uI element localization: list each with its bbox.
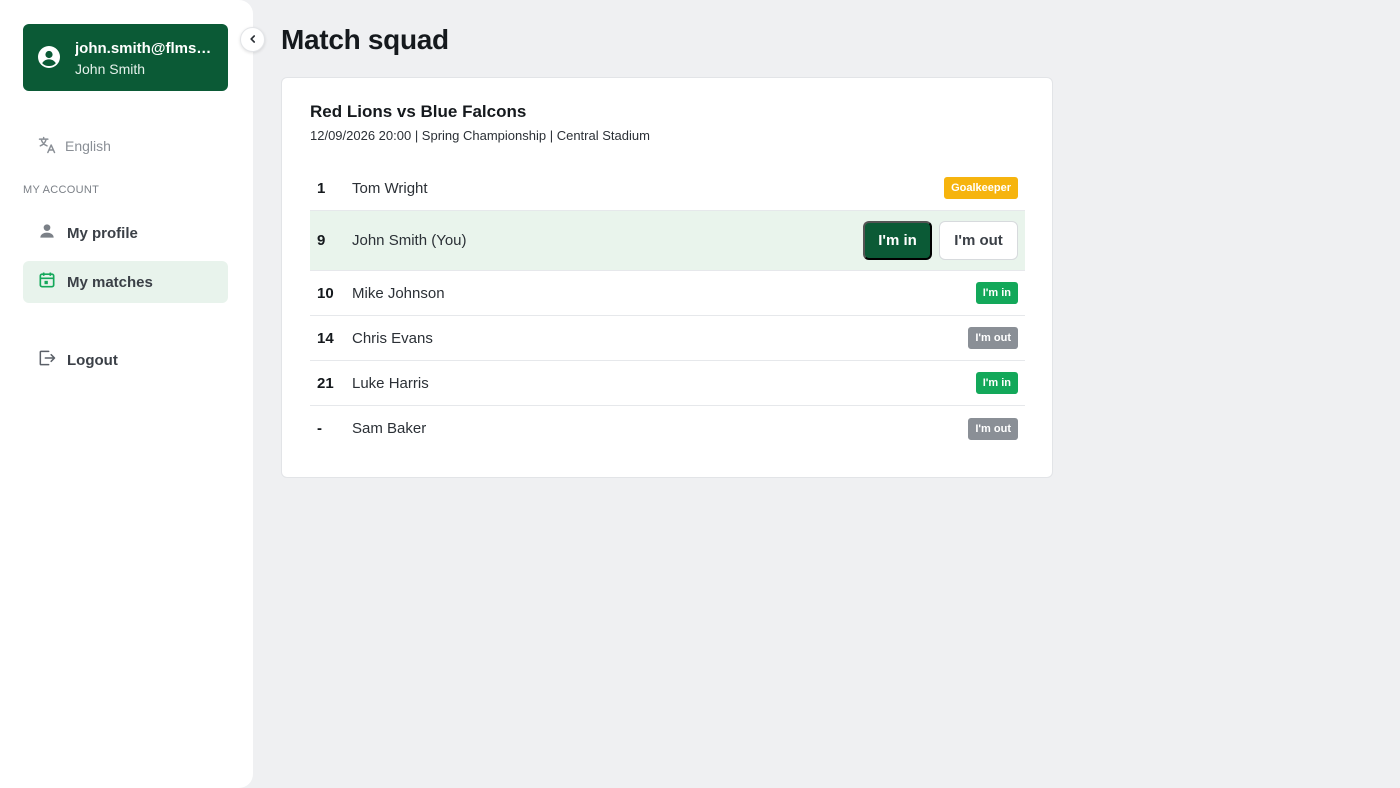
app-root: john.smith@flmsoccer.com John Smith Engl… bbox=[0, 0, 1400, 788]
im-out-button[interactable]: I'm out bbox=[939, 221, 1018, 260]
im-in-button[interactable]: I'm in bbox=[863, 221, 932, 260]
sidebar-item-logout[interactable]: Logout bbox=[23, 339, 228, 381]
player-name: Luke Harris bbox=[352, 374, 429, 392]
user-email: john.smith@flmsoccer.com bbox=[75, 40, 215, 57]
player-name: John Smith (You) bbox=[352, 232, 467, 249]
logout-icon bbox=[37, 348, 67, 372]
status-badge: Goalkeeper bbox=[944, 177, 1018, 199]
person-icon bbox=[37, 221, 67, 245]
match-title: Red Lions vs Blue Falcons bbox=[310, 102, 527, 121]
sidebar-item-label: My matches bbox=[67, 273, 153, 291]
squad-row: 14 Chris Evans I'm out bbox=[310, 316, 1025, 361]
account-circle-icon bbox=[37, 45, 61, 69]
language-selector[interactable]: English bbox=[37, 135, 111, 157]
player-number: 14 bbox=[317, 329, 334, 347]
match-card: Red Lions vs Blue Falcons 12/09/2026 20:… bbox=[281, 77, 1053, 478]
squad-row: - Sam Baker I'm out bbox=[310, 406, 1025, 451]
squad-row-current-user: 9 John Smith (You) I'm in I'm out bbox=[310, 211, 1025, 271]
status-badge: I'm out bbox=[968, 327, 1018, 349]
squad-row: 21 Luke Harris I'm in bbox=[310, 361, 1025, 406]
user-card[interactable]: john.smith@flmsoccer.com John Smith bbox=[23, 24, 228, 91]
translate-icon bbox=[37, 135, 65, 158]
player-number: 1 bbox=[317, 179, 326, 197]
sidebar-item-label: Logout bbox=[67, 351, 118, 369]
user-name: John Smith bbox=[75, 61, 146, 77]
match-meta: 12/09/2026 20:00 | Spring Championship |… bbox=[310, 128, 650, 143]
player-number: 21 bbox=[317, 374, 334, 392]
calendar-icon bbox=[37, 270, 67, 294]
player-number: 9 bbox=[317, 232, 326, 249]
status-badge: I'm out bbox=[968, 417, 1018, 440]
sidebar-item-my-profile[interactable]: My profile bbox=[23, 212, 228, 254]
collapse-sidebar-button[interactable] bbox=[240, 27, 265, 52]
page-title: Match squad bbox=[281, 24, 449, 55]
player-name: Sam Baker bbox=[352, 420, 427, 437]
sidebar-item-my-matches[interactable]: My matches bbox=[23, 261, 228, 303]
section-label-my-account: MY ACCOUNT bbox=[23, 184, 100, 196]
chevron-left-icon bbox=[248, 31, 258, 49]
player-number: 10 bbox=[317, 284, 334, 302]
player-name: Chris Evans bbox=[352, 329, 433, 347]
squad-row: 1 Tom Wright Goalkeeper bbox=[310, 166, 1025, 211]
sidebar: john.smith@flmsoccer.com John Smith Engl… bbox=[0, 0, 253, 788]
status-badge: I'm in bbox=[975, 372, 1018, 394]
player-number: - bbox=[317, 420, 322, 437]
squad-list: 1 Tom Wright Goalkeeper 9 John Smith (Yo… bbox=[310, 166, 1025, 451]
player-name: Mike Johnson bbox=[352, 284, 445, 302]
sidebar-item-label: My profile bbox=[67, 224, 138, 242]
squad-row: 10 Mike Johnson I'm in bbox=[310, 271, 1025, 316]
player-name: Tom Wright bbox=[352, 179, 428, 197]
language-label: English bbox=[65, 138, 111, 154]
status-badge: I'm in bbox=[975, 282, 1018, 304]
